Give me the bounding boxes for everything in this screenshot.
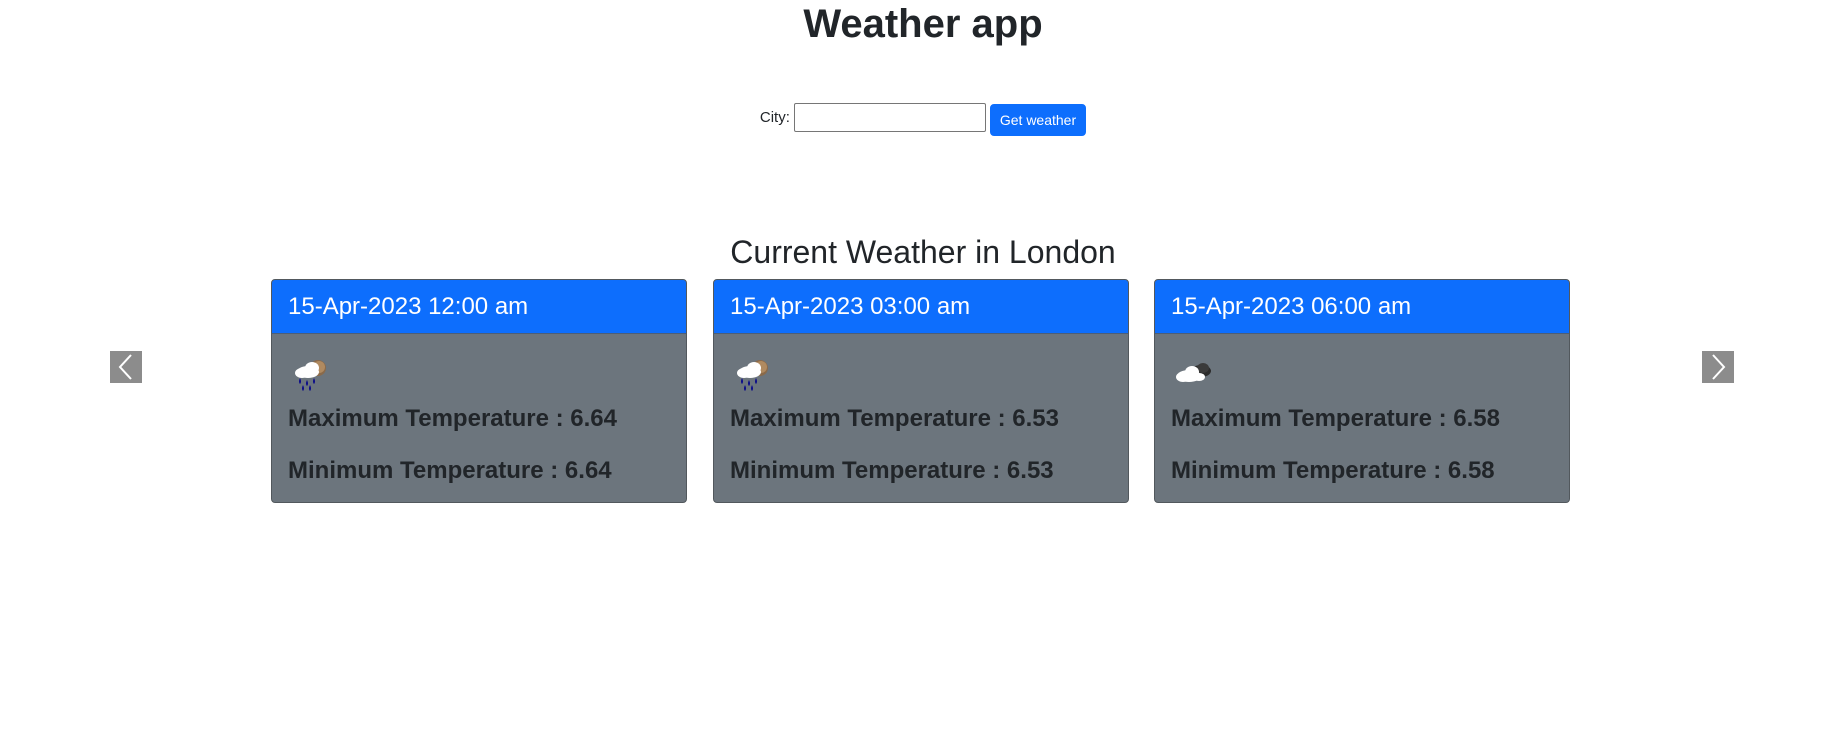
forecast-card-body: Maximum Temperature : 6.53 Minimum Tempe… (714, 334, 1128, 485)
rain-cloud-sun-icon (295, 360, 326, 391)
forecast-card: 15-Apr-2023 03:00 am Maximum Temperature… (713, 279, 1129, 503)
min-temperature: Minimum Temperature : 6.53 (730, 457, 1054, 484)
max-temperature: Maximum Temperature : 6.64 (288, 405, 618, 432)
max-temperature: Maximum Temperature : 6.58 (1171, 405, 1501, 432)
city-label: City: (759, 108, 790, 126)
forecast-card-body: Maximum Temperature : 6.64 Minimum Tempe… (272, 334, 686, 485)
forecast-datetime: 15-Apr-2023 06:00 am (1155, 280, 1569, 334)
search-form: City: Get weather (0, 102, 1846, 136)
max-temperature: Maximum Temperature : 6.53 (730, 405, 1060, 432)
weather-app-page: Weather app City: Get weather Current We… (0, 0, 1846, 746)
chevron-left-icon (118, 354, 132, 380)
min-temperature: Minimum Temperature : 6.58 (1171, 457, 1495, 484)
cloudy-icon (1176, 363, 1211, 382)
carousel-next-button[interactable] (1702, 351, 1734, 383)
forecast-datetime: 15-Apr-2023 03:00 am (714, 280, 1128, 334)
chevron-right-icon (1712, 354, 1726, 380)
app-title: Weather app (803, 2, 1043, 46)
city-input[interactable] (793, 102, 986, 132)
min-temperature: Minimum Temperature : 6.64 (288, 457, 612, 484)
section-title: Current Weather in London (730, 234, 1116, 270)
forecast-card: 15-Apr-2023 12:00 am Maximum Temperature… (271, 279, 687, 503)
forecast-card: 15-Apr-2023 06:00 am Maximum Temperature… (1154, 279, 1570, 503)
carousel-prev-button[interactable] (110, 351, 142, 383)
forecast-card-body: Maximum Temperature : 6.58 Minimum Tempe… (1155, 334, 1569, 485)
forecast-datetime: 15-Apr-2023 12:00 am (272, 280, 686, 334)
rain-cloud-sun-icon (737, 360, 768, 391)
get-weather-button[interactable]: Get weather (989, 104, 1087, 136)
